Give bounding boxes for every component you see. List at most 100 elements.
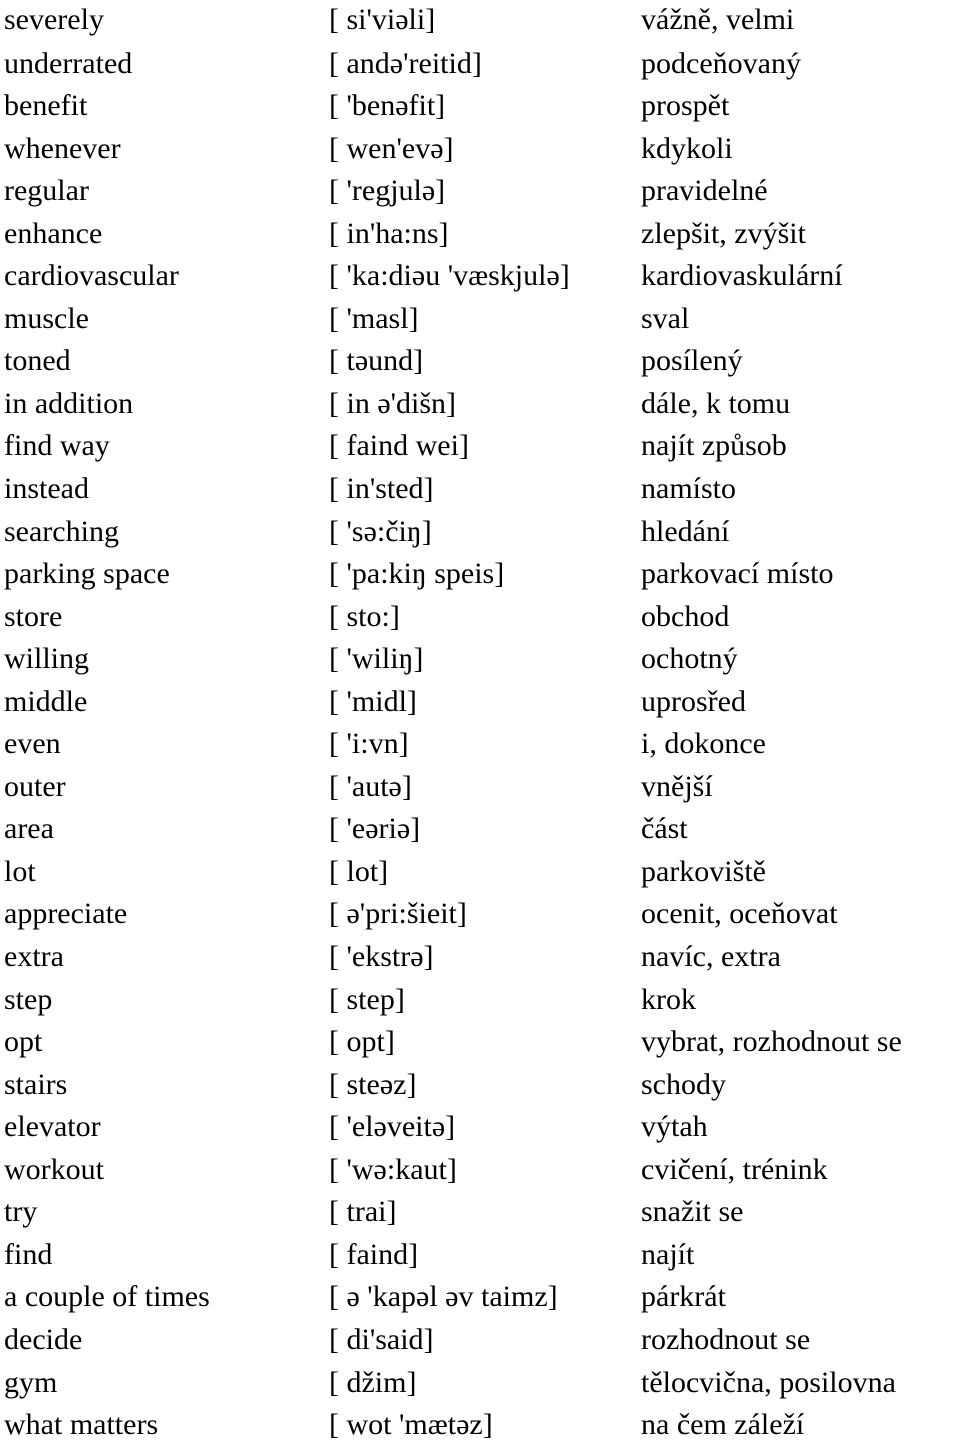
vocab-term: even: [4, 727, 61, 761]
vocab-pronunciation: [ 'benəfit]: [329, 89, 446, 123]
vocab-pronunciation: [ 'i:vn]: [329, 727, 409, 761]
vocab-pronunciation: [ 'autə]: [329, 769, 412, 803]
vocab-pronunciation: [ trai]: [329, 1195, 397, 1229]
vocab-translation: hledání: [641, 514, 730, 548]
table-row: searching [ 'sə:čiŋ] hledání: [0, 511, 960, 554]
table-row: appreciate [ ə'pri:šieit] ocenit, oceňovat: [0, 893, 960, 936]
table-row: muscle [ 'masl] sval: [0, 298, 960, 341]
vocabulary-sheet: severely [ si'viəli] vážně, velmi underrate…: [0, 0, 960, 1448]
vocab-pronunciation: [ 'wə:kaut]: [329, 1152, 457, 1186]
vocab-pronunciation: [ təund]: [329, 344, 424, 378]
vocab-translation: vybrat, rozhodnout se: [641, 1025, 902, 1059]
vocab-term: store: [4, 599, 63, 633]
vocab-translation: namísto: [641, 472, 736, 506]
vocab-term: find: [4, 1237, 53, 1271]
vocab-term: outer: [4, 769, 66, 803]
vocab-pronunciation: [ faind wei]: [329, 429, 469, 463]
table-row: elevator [ 'eləveitə] výtah: [0, 1106, 960, 1149]
vocab-term: try: [4, 1195, 38, 1229]
vocab-pronunciation: [ step]: [329, 982, 405, 1016]
vocab-term: area: [4, 812, 54, 846]
table-row: a couple of times [ ə 'kapəl əv taimz] pár…: [0, 1276, 960, 1319]
vocab-pronunciation: [ lot]: [329, 854, 389, 888]
vocab-pronunciation: [ wen'evə]: [329, 131, 454, 165]
vocab-pronunciation: [ 'eəriə]: [329, 812, 421, 846]
vocab-term: what matters: [4, 1408, 159, 1442]
vocab-pronunciation: [ ə'pri:šieit]: [329, 897, 467, 931]
table-row: in addition [ in ə'dišn] dále, k tomu: [0, 383, 960, 426]
vocab-pronunciation: [ 'sə:čiŋ]: [329, 514, 432, 548]
table-row: store [ sto:] obchod: [0, 596, 960, 639]
vocab-term: a couple of times: [4, 1280, 210, 1314]
vocab-term: elevator: [4, 1110, 101, 1144]
vocab-pronunciation: [ 'masl]: [329, 301, 419, 335]
table-row: extra [ 'ekstrə] navíc, extra: [0, 936, 960, 979]
table-row: toned [ təund] posílený: [0, 340, 960, 383]
vocab-translation: ochotný: [641, 642, 738, 676]
vocab-pronunciation: [ 'wiliŋ]: [329, 642, 424, 676]
vocab-pronunciation: [ opt]: [329, 1025, 395, 1059]
table-row: enhance [ in'ha:ns] zlepšit, zvýšit: [0, 213, 960, 256]
vocab-translation: parkoviště: [641, 854, 766, 888]
table-row: opt [ opt] vybrat, rozhodnout se: [0, 1021, 960, 1064]
vocab-translation: výtah: [641, 1110, 708, 1144]
vocab-pronunciation: [ in'sted]: [329, 472, 434, 506]
vocab-term: muscle: [4, 301, 89, 335]
vocab-pronunciation: [ džim]: [329, 1365, 417, 1399]
vocab-term: appreciate: [4, 897, 128, 931]
table-row: find way [ faind wei] najít způsob: [0, 425, 960, 468]
vocab-term: severely: [4, 3, 104, 36]
vocab-translation: tělocvična, posilovna: [641, 1365, 896, 1399]
table-row: step [ step] krok: [0, 979, 960, 1022]
table-row: workout [ 'wə:kaut] cvičení, trénink: [0, 1149, 960, 1192]
vocab-term: willing: [4, 642, 90, 676]
vocab-term: searching: [4, 514, 119, 548]
vocab-term: workout: [4, 1152, 104, 1186]
vocab-translation: párkrát: [641, 1280, 726, 1314]
vocab-translation: rozhodnout se: [641, 1322, 811, 1356]
vocab-translation: sval: [641, 301, 690, 335]
vocab-term: cardiovascular: [4, 259, 179, 293]
vocab-translation: kdykoli: [641, 131, 733, 165]
vocab-translation: pravidelné: [641, 174, 768, 208]
vocab-pronunciation: [ wot 'mætəz]: [329, 1408, 493, 1442]
vocab-term: underrated: [4, 46, 133, 80]
vocab-translation: navíc, extra: [641, 940, 781, 974]
table-row: what matters [ wot 'mætəz] na čem záleží: [0, 1404, 960, 1447]
table-row: find [ faind] najít: [0, 1234, 960, 1277]
vocab-translation: snažit se: [641, 1195, 744, 1229]
vocab-translation: i, dokonce: [641, 727, 766, 761]
vocab-translation: vnější: [641, 769, 713, 803]
vocab-pronunciation: [ andə'reitid]: [329, 46, 482, 80]
vocab-translation: zlepšit, zvýšit: [641, 216, 806, 250]
vocab-term: find way: [4, 429, 110, 463]
table-row: lot [ lot] parkoviště: [0, 851, 960, 894]
vocab-term: extra: [4, 940, 64, 974]
table-row: stairs [ steəz] schody: [0, 1064, 960, 1107]
vocab-term: whenever: [4, 131, 121, 165]
vocab-translation: dále, k tomu: [641, 386, 791, 420]
vocab-translation: posílený: [641, 344, 743, 378]
vocab-term: lot: [4, 854, 36, 888]
vocab-term: gym: [4, 1365, 58, 1399]
vocab-translation: podceňovaný: [641, 46, 801, 80]
vocab-term: stairs: [4, 1067, 68, 1101]
table-row: whenever [ wen'evə] kdykoli: [0, 128, 960, 171]
vocab-term: enhance: [4, 216, 103, 250]
vocab-translation: prospět: [641, 89, 730, 123]
vocab-translation: najít: [641, 1237, 695, 1271]
vocab-translation: vážně, velmi: [641, 3, 795, 36]
table-row: underrated [ andə'reitid] podceňovaný: [0, 43, 960, 86]
vocab-translation: na čem záleží: [641, 1408, 805, 1442]
vocab-term: benefit: [4, 89, 88, 123]
vocab-term: parking space: [4, 557, 170, 591]
vocab-pronunciation: [ 'midl]: [329, 684, 417, 718]
vocab-term: toned: [4, 344, 71, 378]
table-row: instead [ in'sted] namísto: [0, 468, 960, 511]
vocab-pronunciation: [ in ə'dišn]: [329, 386, 457, 420]
vocab-term: middle: [4, 684, 88, 718]
vocab-term: step: [4, 982, 53, 1016]
vocab-pronunciation: [ faind]: [329, 1237, 419, 1271]
vocab-pronunciation: [ sto:]: [329, 599, 400, 633]
vocabulary-table-body: severely [ si'viəli] vážně, velmi underrate…: [0, 0, 960, 1447]
